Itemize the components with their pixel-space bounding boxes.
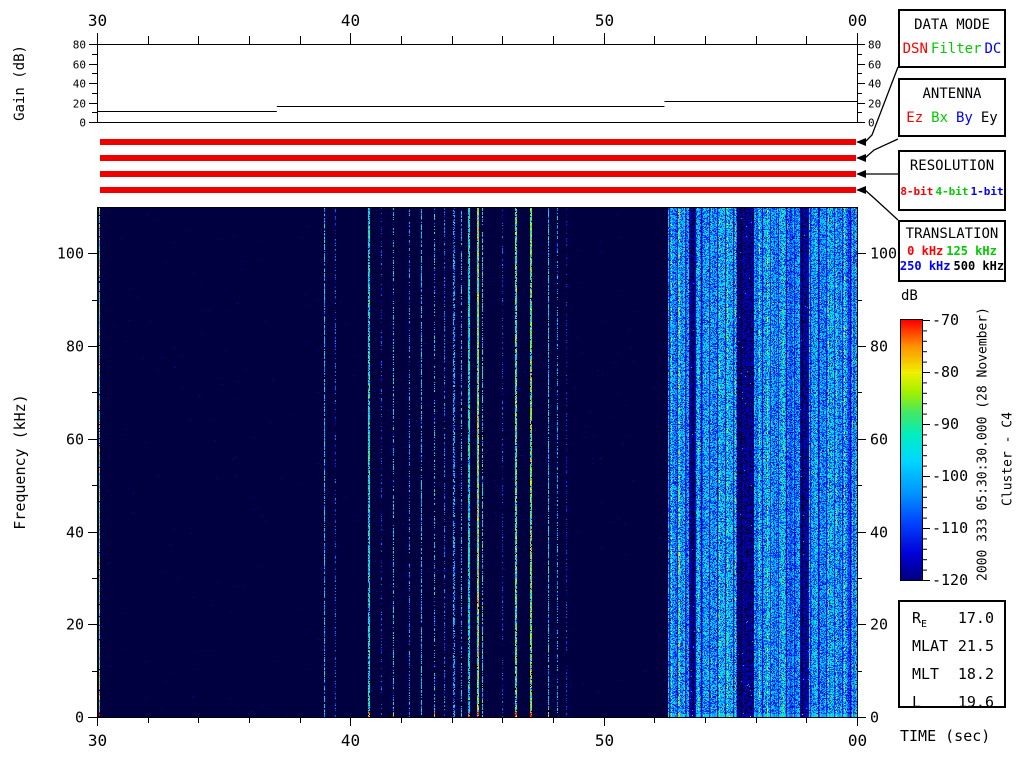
ephemeris-panel: RE 17.0 MLAT 21.5 MLT 18.2 L 19.6 (898, 600, 1006, 708)
ephemeris-row-l: L 19.6 (900, 693, 1004, 714)
freq-tick-label: 20 (870, 616, 888, 634)
time-tick-label: 30 (88, 731, 107, 750)
colorbar-tick-label: -70 (932, 311, 959, 329)
gain-axis-title: Gain (dB) (12, 45, 28, 121)
colorbar-gradient (901, 320, 922, 580)
left-arrow-icon (856, 170, 866, 178)
gain-tick-label: 0 (868, 117, 875, 130)
status-bar-translation (100, 187, 856, 193)
time-tick-label: 50 (595, 731, 614, 750)
gain-plot (97, 44, 857, 122)
freq-tick-label: 40 (870, 524, 888, 542)
colorbar-tick-label: -100 (932, 467, 968, 485)
gain-tick-label: 20 (73, 98, 86, 111)
gain-tick-label: 40 (868, 78, 881, 91)
time-axis-title: TIME (sec) (900, 727, 990, 745)
ephemeris-value: 17.0 (958, 609, 994, 630)
ephemeris-value: 18.2 (958, 665, 994, 686)
left-arrow-icon (856, 138, 866, 146)
freq-tick-label: 80 (66, 338, 84, 356)
panel-translation-title: TRANSLATION (900, 226, 1004, 242)
panel-antenna: ANTENNA Ez Bx By Ey (898, 78, 1006, 137)
resolution-value-8bit: 8-bit (900, 185, 933, 198)
resolution-value-4bit: 4-bit (935, 185, 968, 198)
panel-translation: TRANSLATION 0 kHz 125 kHz 250 kHz 500 kH… (898, 220, 1006, 282)
gain-tick-label: 40 (73, 78, 86, 91)
freq-tick-label: 100 (57, 245, 84, 263)
panel-resolution-title: RESOLUTION (900, 158, 1004, 174)
ephemeris-value: 19.6 (958, 693, 994, 714)
top-time-label: 00 (848, 11, 867, 30)
colorbar-tick-label: -120 (932, 571, 968, 589)
gain-tick-label: 60 (868, 59, 881, 72)
left-arrow-icon (856, 154, 866, 162)
translation-value-500khz: 500 kHz (954, 259, 1005, 273)
frequency-axis-title: Frequency (kHz) (11, 394, 29, 529)
antenna-value-by: By (956, 110, 973, 126)
data-mode-value-dc: DC (985, 41, 1002, 57)
freq-tick-label: 60 (66, 431, 84, 449)
antenna-value-bx: Bx (931, 110, 948, 126)
gain-tick-label: 80 (868, 39, 881, 52)
freq-tick-label: 0 (75, 709, 84, 727)
panel-data-mode-title: DATA MODE (900, 17, 1004, 33)
gain-tick-label: 0 (79, 117, 86, 130)
colorbar-unit-label: dB (901, 288, 918, 304)
ephemeris-row-mlt: MLT 18.2 (900, 665, 1004, 686)
ephemeris-value: 21.5 (958, 637, 994, 658)
data-mode-value-dsn: DSN (903, 41, 928, 57)
time-tick-label: 00 (848, 731, 867, 750)
ephemeris-label: MLAT (912, 637, 948, 658)
panel-antenna-title: ANTENNA (900, 86, 1004, 102)
panel-resolution: RESOLUTION 8-bit 4-bit 1-bit (898, 150, 1006, 211)
freq-tick-label: 80 (870, 338, 888, 356)
top-time-label: 50 (595, 11, 614, 30)
ephemeris-label: L (912, 693, 921, 714)
data-mode-value-filter: Filter (931, 41, 982, 57)
colorbar-tick-label: -80 (932, 363, 959, 381)
panel-connector-line (865, 190, 898, 220)
datetime-annotation: 2000 333 05:30:30.000 (28 November) (976, 307, 991, 581)
freq-tick-label: 40 (66, 524, 84, 542)
gain-tick-label: 80 (73, 39, 86, 52)
colorbar-tick-label: -110 (932, 519, 968, 537)
wbd-spectrogram-display: Gain (dB) Frequency (kHz) 30405000002020… (0, 0, 1024, 768)
ephemeris-label: RE (912, 609, 927, 630)
resolution-value-1bit: 1-bit (971, 185, 1004, 198)
top-time-label: 30 (88, 11, 107, 30)
translation-value-125khz: 125 kHz (946, 244, 997, 258)
freq-tick-label: 20 (66, 616, 84, 634)
freq-tick-label: 60 (870, 431, 888, 449)
spacecraft-annotation: Cluster - C4 (1001, 412, 1016, 506)
gain-tick-label: 20 (868, 98, 881, 111)
panel-connector-line (865, 139, 898, 158)
time-tick-label: 40 (341, 731, 360, 750)
status-bar-antenna (100, 155, 856, 161)
ephemeris-row-mlat: MLAT 21.5 (900, 637, 1004, 658)
freq-tick-label: 0 (870, 709, 879, 727)
panel-connector-line (865, 67, 898, 142)
antenna-value-ez: Ez (906, 110, 923, 126)
ephemeris-label: MLT (912, 665, 939, 686)
panel-data-mode: DATA MODE DSN Filter DC (898, 9, 1006, 68)
left-arrow-icon (856, 186, 866, 194)
spectrogram-plot (97, 207, 857, 717)
translation-value-250khz: 250 kHz (900, 259, 951, 273)
translation-value-0khz: 0 kHz (907, 244, 943, 258)
freq-tick-label: 100 (870, 245, 897, 263)
colorbar-tick-label: -90 (932, 415, 959, 433)
status-bar-data-mode (100, 139, 856, 145)
top-time-label: 40 (341, 11, 360, 30)
status-bar-resolution (100, 171, 856, 177)
ephemeris-row-re: RE 17.0 (900, 609, 1004, 630)
antenna-value-ey: Ey (981, 110, 998, 126)
gain-tick-label: 60 (73, 59, 86, 72)
